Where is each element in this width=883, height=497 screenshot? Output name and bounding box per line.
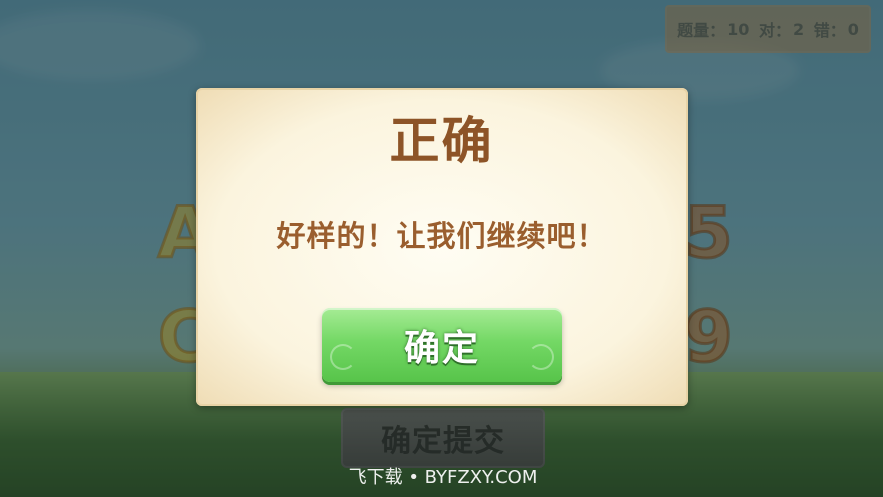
- swirl-decoration-icon: [528, 344, 554, 370]
- watermark: 飞下载 • BYFZXY.COM: [348, 467, 538, 488]
- swirl-decoration-icon: [330, 344, 356, 370]
- confirm-button[interactable]: 确定: [322, 308, 562, 382]
- confirm-button-label: 确定: [403, 328, 480, 369]
- dialog-message: 好样的！让我们继续吧！: [276, 219, 607, 253]
- dialog-title: 正确: [389, 112, 494, 170]
- game-screen: A C 5 9 题量： 10 对： 2 错： 0 确定提交 飞下载 • BYFZ…: [0, 0, 883, 497]
